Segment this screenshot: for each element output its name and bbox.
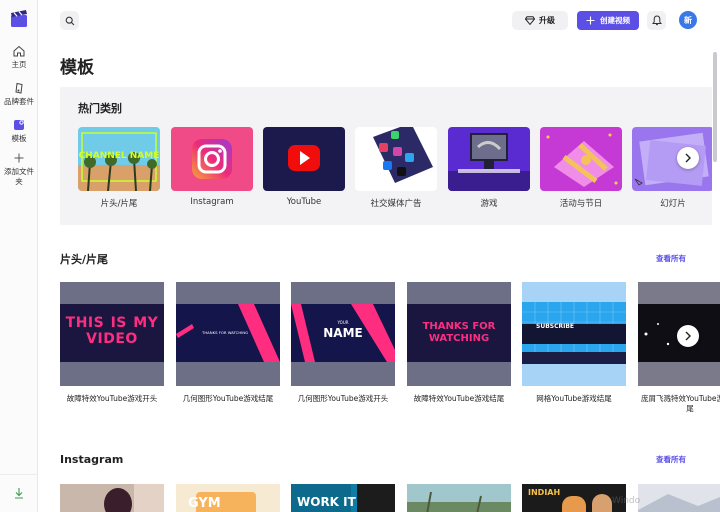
- category-card-social-ads[interactable]: 社交媒体广告: [355, 127, 437, 209]
- thumbnail-text-small: YOUR: [337, 320, 349, 325]
- windows-watermark: Windo: [612, 496, 641, 506]
- see-all-link[interactable]: 查看所有: [656, 454, 686, 465]
- rail-item-add-folder[interactable]: 添加文件夹: [0, 151, 38, 187]
- rail-item-label: 主页: [11, 60, 27, 69]
- plus-icon: [586, 16, 595, 25]
- create-video-button[interactable]: 创建视频: [577, 11, 639, 30]
- category-label: 活动与节日: [559, 199, 603, 209]
- category-thumbnail: [448, 127, 530, 191]
- category-card-events[interactable]: 活动与节日: [540, 127, 622, 209]
- template-card[interactable]: THANKS FOR WATCHING 故障特效YouTube游戏结尾: [407, 282, 511, 404]
- category-card-intro[interactable]: CHANNEL NAME 片头/片尾: [78, 127, 160, 209]
- category-label: YouTube: [286, 197, 322, 207]
- instagram-template-thumbnail[interactable]: [638, 484, 720, 512]
- template-card[interactable]: 庞屑飞溅特效YouTube游戏结尾: [638, 282, 720, 414]
- template-thumbnail: SUBSCRIBE: [522, 282, 626, 386]
- hot-categories-panel: 热门类别 CHANNEL NAME 片头/片尾 Instagram YouTub…: [60, 87, 712, 225]
- template-label: 几何图形YouTube游戏开头: [297, 394, 389, 403]
- instagram-template-thumbnail[interactable]: [407, 484, 511, 512]
- category-card-slideshow[interactable]: 幻灯片: [632, 127, 712, 209]
- template-thumbnail: YOUR NAME: [291, 282, 395, 386]
- category-label: 游戏: [480, 199, 498, 209]
- section-title: Instagram: [60, 453, 124, 466]
- thumbnail-text: THANKS FOR WATCHING: [422, 321, 496, 344]
- template-label: 网格YouTube游戏结尾: [536, 394, 612, 403]
- home-icon: [13, 45, 25, 57]
- brand-kit-icon: [15, 82, 23, 94]
- template-label: 故障特效YouTube游戏结尾: [413, 394, 505, 403]
- plus-icon: [14, 153, 24, 163]
- next-arrow-button[interactable]: [677, 147, 699, 169]
- thumbnail-text: THIS IS MY VIDEO: [65, 315, 159, 347]
- category-label: 片头/片尾: [100, 199, 138, 209]
- rail-item-label: 模板: [11, 134, 27, 143]
- rail-item-templates[interactable]: 模板: [0, 118, 38, 144]
- category-label: 社交媒体广告: [370, 199, 422, 209]
- left-rail: 主页 品牌套件 模板 添加文件夹: [0, 0, 38, 512]
- category-thumbnail: [263, 127, 345, 191]
- diamond-icon: [525, 16, 535, 25]
- template-thumbnail: THANKS FOR WATCHING: [407, 282, 511, 386]
- bell-icon: [651, 15, 662, 26]
- instagram-template-thumbnail[interactable]: GYM: [176, 484, 280, 512]
- clipchamp-logo[interactable]: [9, 9, 29, 29]
- scrollbar[interactable]: [713, 52, 717, 162]
- category-card-gaming[interactable]: 游戏: [448, 127, 530, 209]
- template-card[interactable]: THANKS FOR WATCHING 几何图形YouTube游戏结尾: [176, 282, 280, 404]
- avatar[interactable]: 新: [679, 11, 697, 29]
- template-label: 庞屑飞溅特效YouTube游戏结尾: [641, 394, 720, 413]
- page-title: 模板: [60, 58, 94, 78]
- category-thumbnail: [171, 127, 253, 191]
- thumbnail-text: WORK IT: [297, 495, 356, 509]
- template-thumbnail: THANKS FOR WATCHING: [176, 282, 280, 386]
- templates-icon: [14, 120, 24, 130]
- category-thumbnail: [632, 127, 712, 191]
- rail-item-home[interactable]: 主页: [0, 44, 38, 70]
- instagram-template-thumbnail[interactable]: [60, 484, 164, 512]
- thumbnail-text: SUBSCRIBE: [536, 323, 575, 330]
- template-thumbnail: THIS IS MY VIDEO: [60, 282, 164, 386]
- category-thumbnail: [540, 127, 622, 191]
- template-label: 几何图形YouTube游戏结尾: [182, 394, 274, 403]
- thumbnail-text: CHANNEL NAME: [78, 151, 160, 161]
- category-card-youtube[interactable]: YouTube: [263, 127, 345, 207]
- download-icon[interactable]: [12, 486, 26, 500]
- template-label: 故障特效YouTube游戏开头: [66, 394, 158, 403]
- instagram-template-thumbnail[interactable]: INDIAH: [522, 484, 626, 512]
- chevron-right-icon: [685, 153, 691, 163]
- thumbnail-text: THANKS FOR WATCHING: [202, 330, 249, 335]
- category-card-instagram[interactable]: Instagram: [171, 127, 253, 207]
- instagram-template-thumbnail[interactable]: WORK IT: [291, 484, 395, 512]
- chevron-right-icon: [685, 331, 691, 341]
- search-icon: [65, 16, 74, 25]
- thumbnail-text: GYM: [188, 496, 221, 511]
- section-title: 热门类别: [78, 102, 122, 115]
- see-all-link[interactable]: 查看所有: [656, 253, 686, 264]
- next-arrow-button[interactable]: [677, 325, 699, 347]
- section-title: 片头/片尾: [60, 253, 109, 266]
- rail-item-label: 添加文件夹: [4, 167, 34, 186]
- category-label: 幻灯片: [660, 199, 686, 209]
- rail-item-label: 品牌套件: [4, 97, 34, 106]
- template-card[interactable]: THIS IS MY VIDEO 故障特效YouTube游戏开头: [60, 282, 164, 404]
- template-card[interactable]: YOUR NAME 几何图形YouTube游戏开头: [291, 282, 395, 404]
- rail-item-brand-kit[interactable]: 品牌套件: [0, 81, 38, 107]
- search-button[interactable]: [60, 11, 79, 30]
- template-card[interactable]: SUBSCRIBE 网格YouTube游戏结尾: [522, 282, 626, 404]
- category-thumbnail: [355, 127, 437, 191]
- category-thumbnail: CHANNEL NAME: [78, 127, 160, 191]
- thumbnail-text: INDIAH: [528, 488, 561, 497]
- upgrade-label: 升级: [539, 16, 555, 25]
- upgrade-button[interactable]: 升级: [512, 11, 568, 30]
- category-label: Instagram: [190, 197, 234, 207]
- rail-divider: [0, 474, 38, 475]
- thumbnail-text: NAME: [323, 326, 363, 340]
- notifications-button[interactable]: [647, 11, 666, 30]
- create-video-label: 创建视频: [600, 16, 630, 25]
